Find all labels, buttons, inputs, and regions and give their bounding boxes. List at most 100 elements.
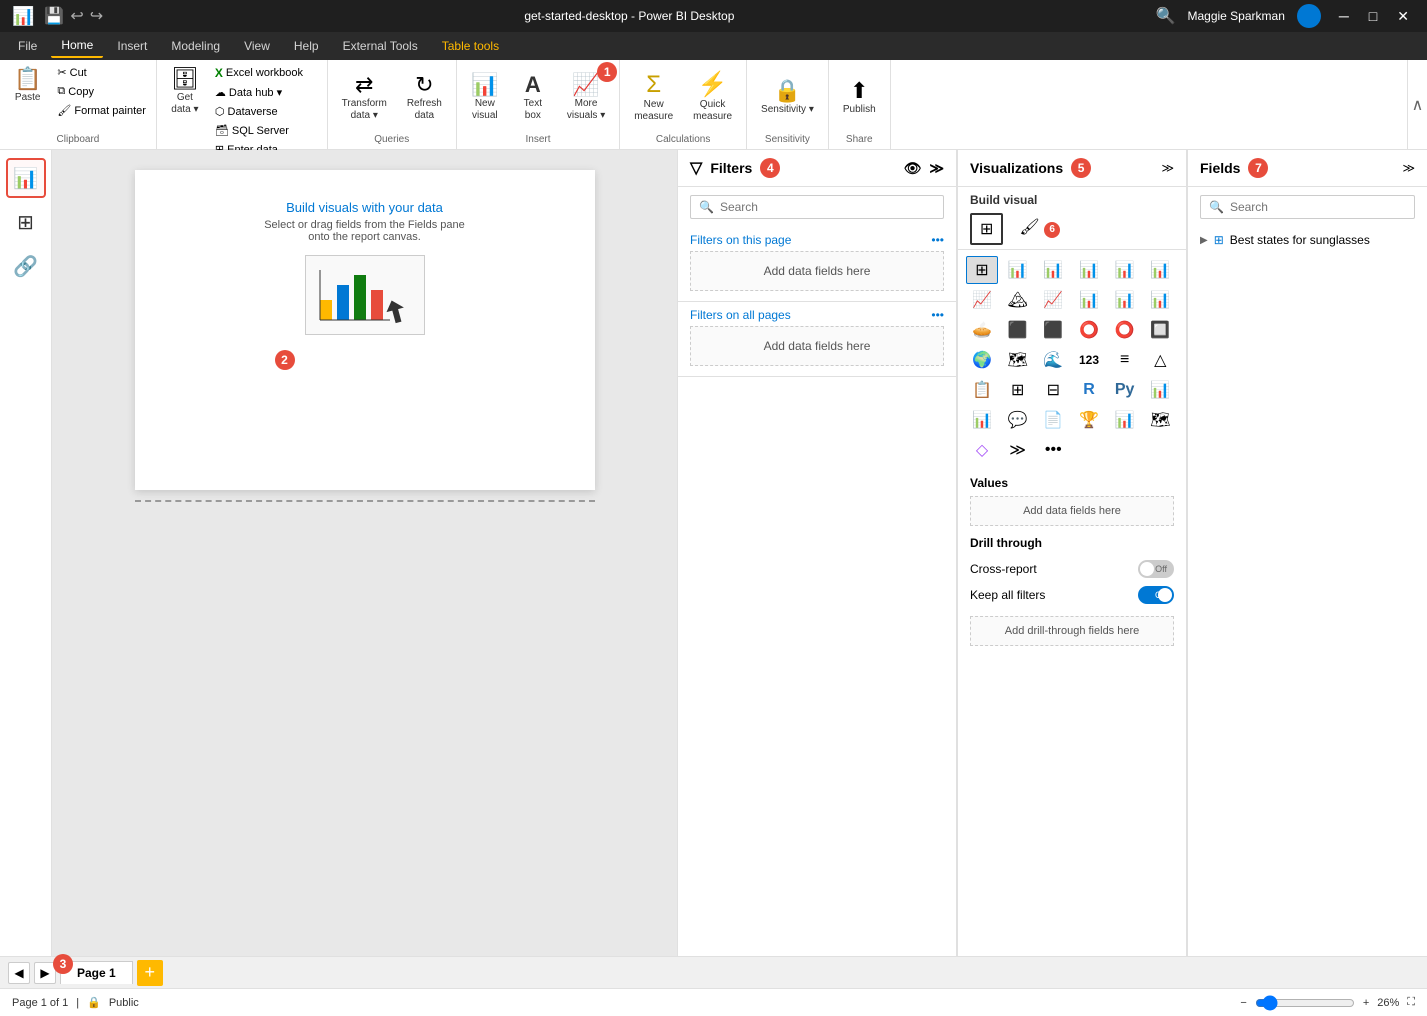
viz-icon-py[interactable]: Py — [1109, 376, 1141, 404]
values-drop-zone[interactable]: Add data fields here — [970, 496, 1174, 526]
save-icon[interactable]: 💾 — [44, 6, 64, 26]
viz-icon-stacked-col[interactable]: 📊 — [1109, 256, 1141, 284]
zoom-decrease[interactable]: − — [1240, 997, 1246, 1009]
close-button[interactable]: ✕ — [1391, 6, 1415, 27]
copy-button[interactable]: ⧉ Copy — [53, 83, 150, 100]
sql-server-button[interactable]: 🗃 SQL Server — [211, 122, 321, 139]
sidebar-data-btn[interactable]: ⊞ — [6, 202, 46, 242]
filters-search-box[interactable]: 🔍 — [690, 195, 944, 219]
viz-icon-funnel[interactable]: ⬛ — [1002, 316, 1034, 344]
menu-file[interactable]: File — [8, 35, 47, 57]
viz-icon-goals[interactable]: 🏆 — [1073, 406, 1105, 434]
viz-icon-map[interactable]: 🌍 — [966, 346, 998, 374]
viz-icon-filled-map[interactable]: 🗺 — [1002, 346, 1034, 374]
new-visual-button[interactable]: 📊 Newvisual — [463, 70, 507, 126]
viz-icon-slicer[interactable]: 📋 — [966, 376, 998, 404]
filters-page-more[interactable]: ••• — [931, 233, 944, 247]
viz-icon-multi-row[interactable]: ≡ — [1109, 346, 1141, 374]
viz-icon-key-inf[interactable]: 📊 — [1109, 406, 1141, 434]
fields-item-sunglasses[interactable]: ▶ ⊞ Best states for sunglasses — [1188, 227, 1427, 253]
viz-icon-dot-plot[interactable]: ⬛ — [1037, 316, 1069, 344]
zoom-slider[interactable] — [1255, 995, 1355, 1011]
new-measure-button[interactable]: Σ Newmeasure — [626, 69, 681, 127]
menu-home[interactable]: Home — [51, 34, 103, 58]
viz-tab-chart[interactable]: ⊞ — [970, 213, 1003, 245]
menu-table-tools[interactable]: Table tools — [432, 35, 509, 57]
filters-all-pages-drop-zone[interactable]: Add data fields here — [690, 326, 944, 366]
viz-icon-line-area[interactable]: 📈 — [1037, 286, 1069, 314]
text-box-button[interactable]: A Textbox — [511, 70, 555, 126]
viz-icon-r[interactable]: R — [1073, 376, 1105, 404]
fields-search-box[interactable]: 🔍 — [1200, 195, 1415, 219]
dataverse-button[interactable]: ⬡ Dataverse — [211, 103, 321, 120]
viz-icon-smart[interactable]: 📄 — [1037, 406, 1069, 434]
get-data-button[interactable]: 🗄 Getdata ▾ — [163, 64, 207, 120]
transform-data-button[interactable]: ⇄ Transformdata ▾ — [334, 70, 395, 126]
undo-icon[interactable]: ↩ — [70, 6, 83, 26]
viz-icon-ribbon[interactable]: 📊 — [1073, 286, 1105, 314]
viz-icon-table[interactable]: ⊞ — [966, 256, 998, 284]
data-hub-button[interactable]: ☁ Data hub ▾ — [211, 84, 321, 101]
viz-icon-waterfall[interactable]: 📊 — [1109, 286, 1141, 314]
menu-modeling[interactable]: Modeling — [161, 35, 230, 57]
menu-view[interactable]: View — [234, 35, 280, 57]
paste-button[interactable]: 📋 Paste — [6, 64, 49, 108]
viz-icon-azure-map[interactable]: 🗺 — [1144, 406, 1176, 434]
viz-icon-bar[interactable]: 📊 — [1002, 256, 1034, 284]
viz-icon-table2[interactable]: ⊟ — [1037, 376, 1069, 404]
fields-expand-icon[interactable]: ≫ — [1402, 161, 1415, 175]
cross-report-toggle[interactable]: Off — [1138, 560, 1174, 578]
canvas-page[interactable]: Build visuals with your data Select or d… — [135, 170, 595, 490]
viz-icon-shape-map[interactable]: 🌊 — [1037, 346, 1069, 374]
sidebar-report-btn[interactable]: 📊 — [6, 158, 46, 198]
viz-expand-icon[interactable]: ≫ — [1161, 161, 1174, 175]
collapse-ribbon-button[interactable]: ∧ — [1407, 60, 1427, 149]
minimize-button[interactable]: ─ — [1333, 6, 1355, 27]
viz-icon-qna[interactable]: 📊 — [966, 406, 998, 434]
sidebar-model-btn[interactable]: 🔗 — [6, 246, 46, 286]
refresh-data-button[interactable]: ↻ Refreshdata — [399, 70, 450, 126]
search-icon[interactable]: 🔍 — [1156, 6, 1176, 26]
redo-icon[interactable]: ↪ — [90, 6, 103, 26]
filters-page-drop-zone[interactable]: Add data fields here — [690, 251, 944, 291]
viz-icon-donut[interactable]: ⭕ — [1073, 316, 1105, 344]
filter-eye-icon[interactable]: 👁 — [904, 160, 922, 177]
format-painter-button[interactable]: 🖌 Format painter — [53, 102, 150, 119]
menu-external-tools[interactable]: External Tools — [333, 35, 428, 57]
viz-icon-pie[interactable]: 🥧 — [966, 316, 998, 344]
cut-button[interactable]: ✂ Cut — [53, 64, 150, 81]
viz-icon-decomp[interactable]: 📊 — [1144, 376, 1176, 404]
maximize-button[interactable]: □ — [1363, 6, 1383, 27]
keep-filters-toggle[interactable]: On — [1138, 586, 1174, 604]
add-page-button[interactable]: + — [137, 960, 163, 986]
fit-page-icon[interactable]: ⛶ — [1407, 996, 1415, 1009]
viz-icon-scatter[interactable]: 📊 — [1144, 286, 1176, 314]
publish-button[interactable]: ⬆ Publish — [835, 76, 884, 120]
fields-search-input[interactable] — [1230, 200, 1406, 214]
filters-search-input[interactable] — [720, 200, 935, 214]
viz-icon-more[interactable]: ••• — [1037, 436, 1069, 464]
menu-help[interactable]: Help — [284, 35, 329, 57]
filter-expand-icon[interactable]: ≫ — [929, 160, 944, 177]
viz-icon-text[interactable]: 💬 — [1002, 406, 1034, 434]
viz-icon-matrix[interactable]: ⊞ — [1002, 376, 1034, 404]
viz-icon-paint[interactable]: ◇ — [966, 436, 998, 464]
page-nav-prev[interactable]: ◀ — [8, 962, 30, 984]
excel-workbook-button[interactable]: X Excel workbook — [211, 64, 321, 82]
viz-icon-kpi[interactable]: △ — [1144, 346, 1176, 374]
filters-all-pages-more[interactable]: ••• — [931, 308, 944, 322]
viz-icon-line[interactable]: 📈 — [966, 286, 998, 314]
quick-measure-button[interactable]: ⚡ Quickmeasure — [685, 69, 740, 127]
viz-icon-area[interactable]: 🏔 — [1002, 286, 1034, 314]
viz-icon-clustered[interactable]: 📊 — [1144, 256, 1176, 284]
zoom-increase[interactable]: + — [1363, 997, 1369, 1009]
viz-icon-treemap[interactable]: 🔲 — [1144, 316, 1176, 344]
viz-icon-arrows[interactable]: ≫ — [1002, 436, 1034, 464]
sensitivity-button[interactable]: 🔒 Sensitivity ▾ — [753, 76, 822, 120]
viz-icon-column[interactable]: 📊 — [1073, 256, 1105, 284]
viz-icon-card[interactable]: 123 — [1073, 346, 1105, 374]
viz-tab-format[interactable]: 🖌 6 — [1011, 213, 1068, 245]
viz-icon-stacked-bar[interactable]: 📊 — [1037, 256, 1069, 284]
drill-add-zone[interactable]: Add drill-through fields here — [970, 616, 1174, 646]
menu-insert[interactable]: Insert — [107, 35, 157, 57]
